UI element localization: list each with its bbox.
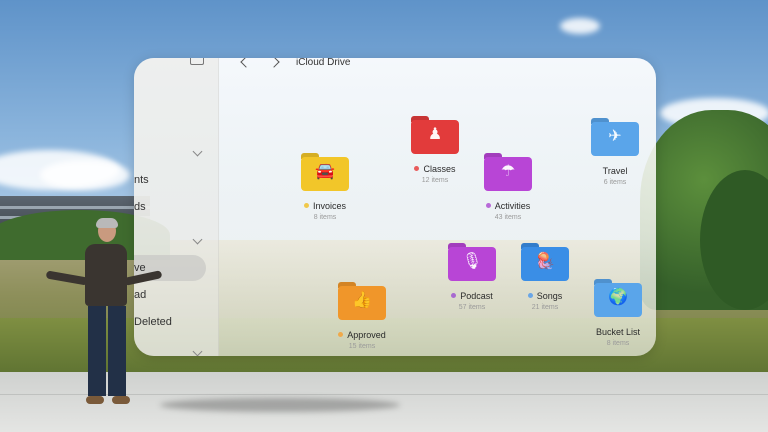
back-chevron-icon[interactable] bbox=[240, 58, 252, 68]
airplane-icon: ✈ bbox=[608, 128, 622, 145]
folder-travel[interactable]: ✈ bbox=[591, 118, 639, 156]
thumbs-up-icon: 👍 bbox=[352, 292, 372, 309]
chevron-down-icon[interactable] bbox=[192, 234, 203, 245]
presenter-legs bbox=[88, 306, 126, 396]
folder-label[interactable]: Travel bbox=[565, 166, 656, 176]
folder-name: Approved bbox=[347, 330, 386, 340]
folder-label[interactable]: Classes bbox=[385, 164, 485, 174]
person-teaching-icon: ♟ bbox=[427, 126, 443, 143]
folder-name: Songs bbox=[536, 291, 563, 301]
folder-activities[interactable]: ☂ bbox=[484, 153, 532, 191]
folder-classes[interactable]: ♟ bbox=[411, 116, 459, 154]
folder-name: Travel bbox=[602, 166, 628, 176]
chevron-down-icon[interactable] bbox=[192, 146, 203, 157]
folder-label[interactable]: Bucket List bbox=[568, 327, 656, 337]
window-title: iCloud Drive bbox=[296, 58, 351, 68]
cloud bbox=[40, 160, 130, 190]
presenter bbox=[45, 218, 163, 420]
folder-item-count: 8 items bbox=[313, 214, 337, 221]
tag-dot bbox=[338, 332, 344, 337]
tag-dot bbox=[527, 293, 533, 298]
folder-name: Activities bbox=[494, 201, 531, 211]
globe-icon: 🌍 bbox=[608, 289, 628, 306]
tag-dot bbox=[451, 293, 457, 298]
files-window: nts ds ve ad Deleted iCloud Drive ♟ Class… bbox=[134, 58, 656, 356]
sidebar-toggle-icon[interactable] bbox=[190, 58, 204, 65]
folder-name: Classes bbox=[423, 164, 456, 174]
forward-chevron-icon[interactable] bbox=[268, 58, 280, 68]
tag-dot bbox=[303, 203, 309, 208]
sidebar-item[interactable]: ds bbox=[134, 201, 146, 213]
presenter-arm bbox=[123, 270, 163, 286]
umbrella-icon: ☂ bbox=[500, 163, 516, 180]
folder-item-count: 12 items bbox=[421, 177, 449, 184]
folder-podcast[interactable]: 🎙 bbox=[448, 243, 496, 281]
folder-label[interactable]: Invoices bbox=[275, 201, 375, 211]
folder-item-count: 21 items bbox=[531, 304, 559, 311]
folder-item-count: 43 items bbox=[494, 214, 522, 221]
folder-approved[interactable]: 👍 bbox=[338, 282, 386, 320]
folder-name: Bucket List bbox=[595, 327, 641, 337]
folder-item-count: 8 items bbox=[606, 340, 630, 347]
folder-label[interactable]: Songs bbox=[495, 291, 595, 301]
folder-item-count: 6 items bbox=[603, 179, 627, 186]
folder-name: Invoices bbox=[312, 201, 347, 211]
folder-invoices[interactable]: 🚘 bbox=[301, 153, 349, 191]
sidebar-item[interactable]: nts bbox=[134, 174, 149, 186]
folder-bucket-list[interactable]: 🌍 bbox=[594, 279, 642, 317]
folder-label[interactable]: Approved bbox=[312, 330, 412, 340]
presenter-shirt bbox=[85, 244, 127, 306]
podcast-icon: 🎙 bbox=[461, 253, 483, 270]
jellyfish-icon: 🪼 bbox=[535, 253, 555, 270]
cloud bbox=[560, 18, 600, 34]
presenter-shoe bbox=[86, 396, 104, 404]
floor-shadow bbox=[160, 398, 400, 412]
folder-label[interactable]: Activities bbox=[458, 201, 558, 211]
folder-item-count: 15 items bbox=[348, 343, 376, 350]
chevron-down-icon[interactable] bbox=[192, 346, 203, 356]
tag-dot bbox=[485, 203, 491, 208]
tag-dot bbox=[414, 166, 420, 171]
presenter-hair bbox=[96, 218, 118, 228]
car-icon: 🚘 bbox=[315, 163, 335, 180]
folder-name: Podcast bbox=[460, 291, 493, 301]
folder-songs[interactable]: 🪼 bbox=[521, 243, 569, 281]
presenter-shoe bbox=[112, 396, 130, 404]
